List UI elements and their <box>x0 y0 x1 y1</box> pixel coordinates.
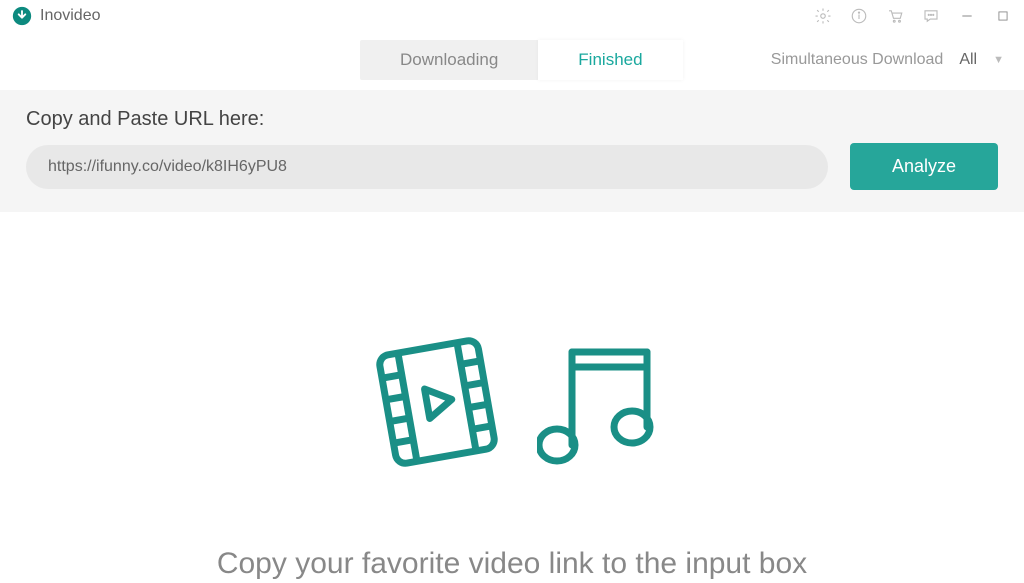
settings-icon[interactable] <box>814 7 832 25</box>
url-input[interactable] <box>26 145 828 189</box>
analyze-button[interactable]: Analyze <box>850 143 998 190</box>
illustration <box>357 322 667 487</box>
titlebar-left: Inovideo <box>12 6 101 26</box>
film-icon <box>357 322 517 487</box>
tabs: Downloading Finished <box>360 40 683 80</box>
url-row: Analyze <box>26 143 998 190</box>
titlebar-controls <box>814 7 1012 25</box>
app-logo-icon <box>12 6 32 26</box>
simultaneous-select[interactable]: All <box>953 51 983 69</box>
titlebar: Inovideo <box>0 0 1024 32</box>
maximize-icon[interactable] <box>994 7 1012 25</box>
simultaneous-download: Simultaneous Download All ▼ <box>771 51 1004 69</box>
tabs-row: Downloading Finished Simultaneous Downlo… <box>0 32 1024 80</box>
app-title: Inovideo <box>40 7 101 25</box>
url-label: Copy and Paste URL here: <box>26 108 998 131</box>
music-note-icon <box>537 327 667 482</box>
minimize-icon[interactable] <box>958 7 976 25</box>
tab-finished[interactable]: Finished <box>538 40 682 80</box>
chevron-down-icon[interactable]: ▼ <box>993 54 1004 66</box>
simultaneous-value: All <box>959 51 977 68</box>
cart-icon[interactable] <box>886 7 904 25</box>
url-section: Copy and Paste URL here: Analyze <box>0 90 1024 212</box>
info-icon[interactable] <box>850 7 868 25</box>
feedback-icon[interactable] <box>922 7 940 25</box>
empty-hint: Copy your favorite video link to the inp… <box>217 547 807 581</box>
empty-state: Copy your favorite video link to the inp… <box>0 212 1024 581</box>
simultaneous-label: Simultaneous Download <box>771 51 944 69</box>
tab-downloading[interactable]: Downloading <box>360 40 538 80</box>
